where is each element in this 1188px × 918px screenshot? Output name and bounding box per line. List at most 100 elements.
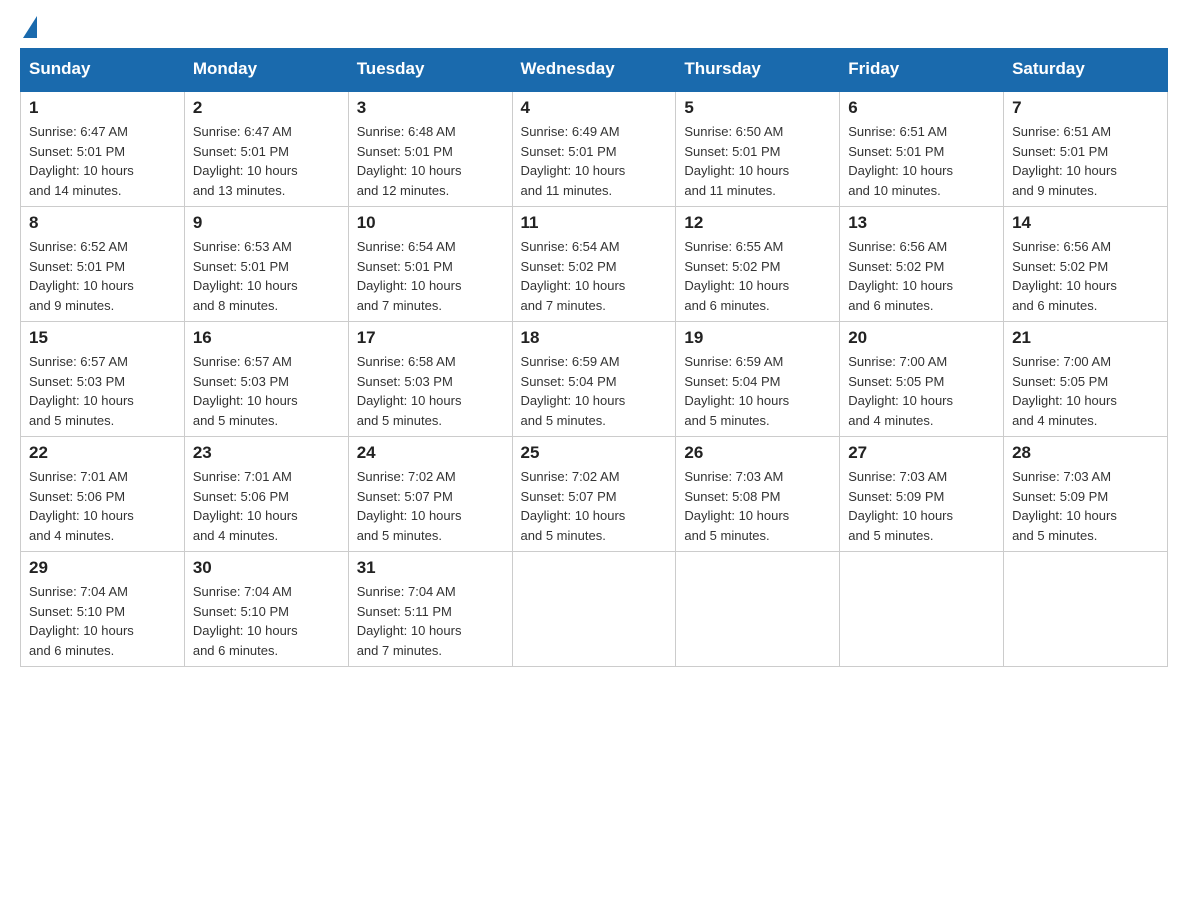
calendar-cell: 3Sunrise: 6:48 AMSunset: 5:01 PMDaylight…	[348, 91, 512, 207]
day-number: 13	[848, 213, 995, 233]
day-info: Sunrise: 6:56 AMSunset: 5:02 PMDaylight:…	[848, 237, 995, 315]
day-number: 18	[521, 328, 668, 348]
day-number: 11	[521, 213, 668, 233]
calendar-cell: 24 Sunrise: 7:02 AMSunset: 5:07 PMDayligh…	[348, 437, 512, 552]
calendar-cell: 29Sunrise: 7:04 AMSunset: 5:10 PMDayligh…	[21, 552, 185, 667]
day-info: Sunrise: 6:55 AMSunset: 5:02 PMDaylight:…	[684, 237, 831, 315]
day-number: 27	[848, 443, 995, 463]
calendar-cell: 19 Sunrise: 6:59 AMSunset: 5:04 PMDayligh…	[676, 322, 840, 437]
calendar-cell: 25 Sunrise: 7:02 AMSunset: 5:07 PMDayligh…	[512, 437, 676, 552]
day-info: Sunrise: 6:59 AMSunset: 5:04 PMDaylight:…	[521, 352, 668, 430]
day-info: Sunrise: 6:53 AMSunset: 5:01 PMDaylight:…	[193, 237, 340, 315]
calendar-cell: 12 Sunrise: 6:55 AMSunset: 5:02 PMDayligh…	[676, 207, 840, 322]
day-info: Sunrise: 7:04 AMSunset: 5:10 PMDaylight:…	[193, 582, 340, 660]
day-number: 12	[684, 213, 831, 233]
calendar-cell: 20 Sunrise: 7:00 AMSunset: 5:05 PMDayligh…	[840, 322, 1004, 437]
calendar-cell: 23Sunrise: 7:01 AMSunset: 5:06 PMDayligh…	[184, 437, 348, 552]
calendar-cell: 26Sunrise: 7:03 AMSunset: 5:08 PMDayligh…	[676, 437, 840, 552]
day-number: 25	[521, 443, 668, 463]
day-info: Sunrise: 6:51 AMSunset: 5:01 PMDaylight:…	[1012, 122, 1159, 200]
day-number: 16	[193, 328, 340, 348]
day-number: 22	[29, 443, 176, 463]
calendar-week-row-4: 22 Sunrise: 7:01 AMSunset: 5:06 PMDayligh…	[21, 437, 1168, 552]
calendar-cell: 9 Sunrise: 6:53 AMSunset: 5:01 PMDaylight…	[184, 207, 348, 322]
day-number: 19	[684, 328, 831, 348]
calendar-cell: 5Sunrise: 6:50 AMSunset: 5:01 PMDaylight…	[676, 91, 840, 207]
calendar-cell: 17 Sunrise: 6:58 AMSunset: 5:03 PMDayligh…	[348, 322, 512, 437]
day-info: Sunrise: 7:03 AMSunset: 5:08 PMDaylight:…	[684, 467, 831, 545]
day-number: 14	[1012, 213, 1159, 233]
day-number: 28	[1012, 443, 1159, 463]
calendar-week-row-1: 1 Sunrise: 6:47 AMSunset: 5:01 PMDaylight…	[21, 91, 1168, 207]
day-info: Sunrise: 7:02 AMSunset: 5:07 PMDaylight:…	[357, 467, 504, 545]
calendar-week-row-3: 15 Sunrise: 6:57 AMSunset: 5:03 PMDayligh…	[21, 322, 1168, 437]
logo	[20, 20, 37, 38]
calendar-cell	[840, 552, 1004, 667]
day-info: Sunrise: 6:47 AMSunset: 5:01 PMDaylight:…	[29, 122, 176, 200]
day-number: 1	[29, 98, 176, 118]
day-number: 30	[193, 558, 340, 578]
day-info: Sunrise: 6:54 AMSunset: 5:01 PMDaylight:…	[357, 237, 504, 315]
day-info: Sunrise: 6:47 AMSunset: 5:01 PMDaylight:…	[193, 122, 340, 200]
calendar-cell: 13 Sunrise: 6:56 AMSunset: 5:02 PMDayligh…	[840, 207, 1004, 322]
calendar-cell	[676, 552, 840, 667]
calendar-cell: 7 Sunrise: 6:51 AMSunset: 5:01 PMDaylight…	[1004, 91, 1168, 207]
day-info: Sunrise: 6:57 AMSunset: 5:03 PMDaylight:…	[193, 352, 340, 430]
day-info: Sunrise: 7:04 AMSunset: 5:11 PMDaylight:…	[357, 582, 504, 660]
day-number: 29	[29, 558, 176, 578]
day-info: Sunrise: 7:00 AMSunset: 5:05 PMDaylight:…	[848, 352, 995, 430]
calendar-cell: 8Sunrise: 6:52 AMSunset: 5:01 PMDaylight…	[21, 207, 185, 322]
calendar-cell: 27Sunrise: 7:03 AMSunset: 5:09 PMDayligh…	[840, 437, 1004, 552]
day-number: 3	[357, 98, 504, 118]
day-info: Sunrise: 7:03 AMSunset: 5:09 PMDaylight:…	[1012, 467, 1159, 545]
calendar-cell: 2 Sunrise: 6:47 AMSunset: 5:01 PMDaylight…	[184, 91, 348, 207]
calendar-cell: 14 Sunrise: 6:56 AMSunset: 5:02 PMDayligh…	[1004, 207, 1168, 322]
day-info: Sunrise: 7:00 AMSunset: 5:05 PMDaylight:…	[1012, 352, 1159, 430]
day-number: 8	[29, 213, 176, 233]
header	[20, 20, 1168, 38]
day-number: 7	[1012, 98, 1159, 118]
day-number: 24	[357, 443, 504, 463]
day-info: Sunrise: 6:59 AMSunset: 5:04 PMDaylight:…	[684, 352, 831, 430]
calendar-cell	[1004, 552, 1168, 667]
day-info: Sunrise: 6:51 AMSunset: 5:01 PMDaylight:…	[848, 122, 995, 200]
day-number: 31	[357, 558, 504, 578]
calendar-cell: 28 Sunrise: 7:03 AMSunset: 5:09 PMDayligh…	[1004, 437, 1168, 552]
weekday-header-saturday: Saturday	[1004, 49, 1168, 91]
day-number: 15	[29, 328, 176, 348]
calendar-cell: 4Sunrise: 6:49 AMSunset: 5:01 PMDaylight…	[512, 91, 676, 207]
calendar-cell: 15 Sunrise: 6:57 AMSunset: 5:03 PMDayligh…	[21, 322, 185, 437]
calendar-cell	[512, 552, 676, 667]
day-number: 23	[193, 443, 340, 463]
day-info: Sunrise: 6:54 AMSunset: 5:02 PMDaylight:…	[521, 237, 668, 315]
day-number: 10	[357, 213, 504, 233]
calendar-cell: 21Sunrise: 7:00 AMSunset: 5:05 PMDayligh…	[1004, 322, 1168, 437]
day-number: 6	[848, 98, 995, 118]
day-number: 9	[193, 213, 340, 233]
calendar-cell: 22 Sunrise: 7:01 AMSunset: 5:06 PMDayligh…	[21, 437, 185, 552]
day-info: Sunrise: 6:56 AMSunset: 5:02 PMDaylight:…	[1012, 237, 1159, 315]
calendar-cell: 11 Sunrise: 6:54 AMSunset: 5:02 PMDayligh…	[512, 207, 676, 322]
day-number: 4	[521, 98, 668, 118]
day-info: Sunrise: 7:02 AMSunset: 5:07 PMDaylight:…	[521, 467, 668, 545]
day-info: Sunrise: 6:57 AMSunset: 5:03 PMDaylight:…	[29, 352, 176, 430]
calendar-week-row-5: 29 Sunrise: 7:04 AMSunset: 5:10 PMDayligh…	[21, 552, 1168, 667]
logo-triangle-icon	[23, 16, 37, 38]
day-info: Sunrise: 7:01 AMSunset: 5:06 PMDaylight:…	[29, 467, 176, 545]
calendar-week-row-2: 8Sunrise: 6:52 AMSunset: 5:01 PMDaylight…	[21, 207, 1168, 322]
calendar-cell: 6 Sunrise: 6:51 AMSunset: 5:01 PMDaylight…	[840, 91, 1004, 207]
day-number: 17	[357, 328, 504, 348]
day-number: 2	[193, 98, 340, 118]
day-number: 20	[848, 328, 995, 348]
calendar-cell: 31 Sunrise: 7:04 AMSunset: 5:11 PMDayligh…	[348, 552, 512, 667]
calendar-cell: 30 Sunrise: 7:04 AMSunset: 5:10 PMDayligh…	[184, 552, 348, 667]
day-number: 5	[684, 98, 831, 118]
weekday-header-row: SundayMondayTuesdayWednesdayThursdayFrid…	[21, 49, 1168, 91]
calendar-cell: 1 Sunrise: 6:47 AMSunset: 5:01 PMDaylight…	[21, 91, 185, 207]
weekday-header-wednesday: Wednesday	[512, 49, 676, 91]
weekday-header-monday: Monday	[184, 49, 348, 91]
calendar-table: SundayMondayTuesdayWednesdayThursdayFrid…	[20, 48, 1168, 667]
calendar-cell: 16 Sunrise: 6:57 AMSunset: 5:03 PMDayligh…	[184, 322, 348, 437]
weekday-header-thursday: Thursday	[676, 49, 840, 91]
day-info: Sunrise: 6:58 AMSunset: 5:03 PMDaylight:…	[357, 352, 504, 430]
